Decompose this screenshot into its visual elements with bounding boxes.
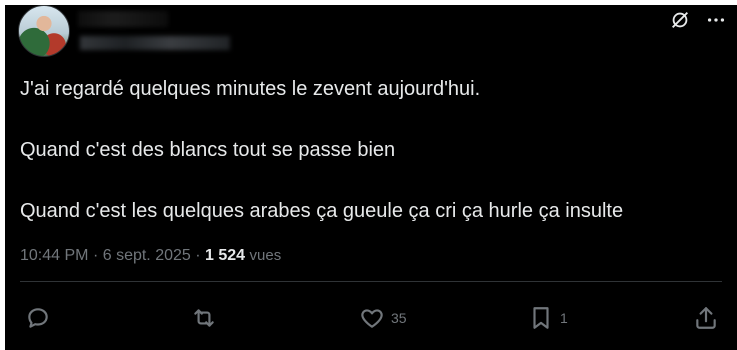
reply-button[interactable] (25, 305, 51, 331)
divider (20, 281, 722, 282)
share-button[interactable] (693, 305, 719, 331)
reply-icon (28, 308, 48, 328)
display-name-redacted[interactable] (78, 11, 168, 27)
user-handle-redacted[interactable] (80, 36, 230, 50)
views-label[interactable]: vues (250, 247, 282, 264)
tweet-time[interactable]: 10:44 PM (20, 247, 88, 264)
tweet-meta: 10:44 PM · 6 sept. 2025 · 1 524 vues (20, 247, 281, 265)
top-actions (669, 9, 727, 31)
retweet-icon (194, 309, 214, 327)
meta-separator: · (195, 247, 201, 264)
grok-icon[interactable] (669, 9, 691, 31)
heart-icon (361, 309, 383, 328)
meta-separator: · (92, 247, 99, 264)
bookmark-count: 1 (560, 310, 568, 326)
avatar[interactable] (18, 5, 70, 57)
bookmark-icon (533, 307, 549, 329)
retweet-button[interactable] (191, 305, 217, 331)
bookmark-button[interactable]: 1 (528, 305, 568, 331)
tweet-line: Quand c'est les quelques arabes ça gueul… (20, 200, 624, 222)
action-bar: 35 1 (5, 305, 737, 335)
share-icon (696, 307, 716, 329)
like-count: 35 (391, 310, 407, 326)
tweet-line: J'ai regardé quelques minutes le zevent … (20, 78, 481, 100)
like-button[interactable]: 35 (359, 305, 407, 331)
more-options-icon[interactable] (705, 9, 727, 31)
tweet-card: J'ai regardé quelques minutes le zevent … (5, 5, 737, 350)
tweet-header (18, 5, 737, 65)
tweet-line: Quand c'est des blancs tout se passe bie… (20, 139, 396, 161)
tweet-date[interactable]: 6 sept. 2025 (103, 247, 191, 264)
views-count[interactable]: 1 524 (205, 247, 245, 264)
